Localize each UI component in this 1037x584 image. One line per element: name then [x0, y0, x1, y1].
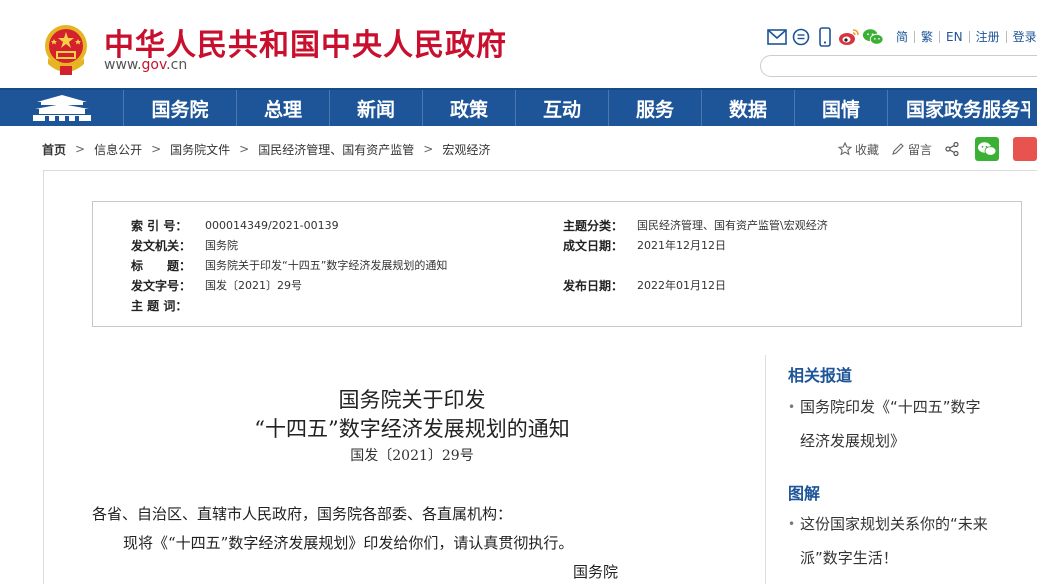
illustration-link[interactable]: • 这份国家规划关系你的“未来 派”数字生活！: [788, 507, 1028, 575]
meta-title-label: 标 题：: [131, 258, 192, 273]
login-link[interactable]: 登录: [1005, 31, 1037, 43]
nav-item-national-info[interactable]: 国情: [795, 90, 888, 126]
breadcrumb: 首页 > 信息公开 > 国务院文件 > 国民经济管理、国有资产监管 > 宏观经济: [42, 140, 490, 158]
illustration-title-line1: 这份国家规划关系你的“未来: [800, 515, 988, 533]
star-icon: [838, 142, 852, 156]
meta-row-topic: 主题分类： 国民经济管理、国有资产监管\宏观经济: [563, 216, 828, 234]
wechat-icon[interactable]: [862, 26, 884, 48]
national-emblem-icon[interactable]: [42, 24, 90, 76]
nav-item-news[interactable]: 新闻: [330, 90, 423, 126]
meta-row-docno: 发文字号： 国发〔2021〕29号: [131, 276, 302, 294]
site-header: 中华人民共和国中央人民政府 www.gov.cn 简 繁 EN 注册 登录: [0, 0, 1037, 88]
nav-item-policy[interactable]: 政策: [423, 90, 516, 126]
meta-published-label: 发布日期：: [563, 278, 624, 293]
meta-row-published: 发布日期： 2022年01月12日: [563, 276, 726, 294]
meta-index-value: 000014349/2021-00139: [205, 218, 339, 232]
related-sidebar: 相关报道 • 国务院印发《“十四五”数字 经济发展规划》 图解 • 这份国家规划…: [765, 355, 1037, 584]
meta-topic-label: 主题分类：: [563, 218, 624, 233]
nav-item-services[interactable]: 服务: [609, 90, 702, 126]
breadcrumb-economy-management[interactable]: 国民经济管理、国有资产监管: [258, 141, 414, 158]
mail-icon[interactable]: [766, 26, 788, 48]
breadcrumb-state-council-docs[interactable]: 国务院文件: [170, 141, 230, 158]
related-report-title-line1: 国务院印发《“十四五”数字: [800, 398, 981, 416]
share-weibo-button[interactable]: [1013, 137, 1037, 161]
meta-row-keywords: 主 题 词：: [131, 296, 205, 314]
lang-simplified[interactable]: 简: [892, 31, 914, 43]
breadcrumb-separator: >: [75, 142, 86, 156]
meta-docno-value: 国发〔2021〕29号: [205, 279, 302, 292]
favorite-label: 收藏: [855, 142, 880, 157]
bullet-icon: •: [788, 517, 796, 531]
meta-row-created: 成文日期： 2021年12月12日: [563, 236, 726, 254]
favorite-button[interactable]: 收藏: [838, 141, 879, 158]
meta-created-value: 2021年12月12日: [637, 239, 726, 252]
bullet-icon: •: [788, 400, 796, 414]
related-report-link[interactable]: • 国务院印发《“十四五”数字 经济发展规划》: [788, 390, 1028, 458]
meta-docno-label: 发文字号：: [131, 278, 192, 293]
illustration-heading: 图解: [788, 484, 821, 503]
article-signature: 国务院: [573, 563, 619, 581]
share-icon: [945, 141, 959, 157]
breadcrumb-home[interactable]: 首页: [42, 141, 66, 158]
nav-home-button[interactable]: [0, 90, 124, 126]
wechat-icon: [978, 142, 997, 156]
lang-traditional[interactable]: 繁: [914, 31, 939, 43]
meta-issuer-value: 国务院: [205, 239, 238, 252]
lang-english[interactable]: EN: [939, 31, 969, 43]
breadcrumb-separator: >: [239, 142, 250, 156]
breadcrumb-separator: >: [423, 142, 434, 156]
meta-topic-value: 国民经济管理、国有资产监管\宏观经济: [637, 219, 828, 232]
breadcrumb-macro-economy[interactable]: 宏观经济: [442, 141, 490, 158]
breadcrumb-separator: >: [151, 142, 162, 156]
weibo-icon[interactable]: [838, 26, 860, 48]
share-wechat-button[interactable]: [975, 137, 1000, 161]
meta-index-label: 索 引 号：: [131, 218, 188, 233]
meta-keywords-label: 主 题 词：: [131, 298, 188, 313]
illustration-title-line2: 派”数字生活！: [800, 549, 898, 567]
tiananmen-icon: [32, 95, 91, 121]
article-title-line2: “十四五”数字经济发展规划的通知: [254, 417, 570, 441]
comment-button[interactable]: 留言: [891, 141, 932, 158]
meta-row-title: 标 题： 国务院关于印发“十四五”数字经济发展规划的通知: [131, 256, 447, 274]
site-url-suffix: .cn: [166, 57, 188, 73]
pencil-icon: [892, 143, 904, 155]
nav-item-data[interactable]: 数据: [702, 90, 795, 126]
article-body-paragraph: 现将《“十四五”数字经济发展规划》印发给你们，请认真贯彻执行。: [123, 534, 574, 552]
nav-item-premier[interactable]: 总理: [237, 90, 330, 126]
header-tools: 简 繁 EN 注册 登录: [766, 26, 1037, 48]
meta-created-label: 成文日期：: [563, 238, 624, 253]
site-url[interactable]: www.gov.cn: [104, 57, 187, 73]
nav-item-gov-service-platform[interactable]: 国家政务服务平台: [888, 90, 1030, 126]
site-url-prefix: www.: [104, 57, 142, 73]
meta-published-value: 2022年01月12日: [637, 279, 726, 292]
register-link[interactable]: 注册: [968, 31, 1006, 43]
document-meta-table: 索 引 号： 000014349/2021-00139 主题分类： 国民经济管理…: [92, 201, 1022, 327]
article-title-line1: 国务院关于印发: [338, 388, 486, 412]
nav-item-interaction[interactable]: 互动: [516, 90, 609, 126]
main-nav: 国务院 总理 新闻 政策 互动 服务 数据 国情 国家政务服务平台: [0, 88, 1037, 126]
meta-row-index: 索 引 号： 000014349/2021-00139: [131, 216, 339, 234]
share-button[interactable]: [944, 141, 963, 157]
meta-title-value: 国务院关于印发“十四五”数字经济发展规划的通知: [205, 259, 448, 272]
nav-item-state-council[interactable]: 国务院: [124, 90, 237, 126]
article-doc-number: 国发〔2021〕29号: [350, 448, 474, 464]
article-actions: 收藏 留言: [838, 137, 1037, 161]
article-salutation: 各省、自治区、直辖市人民政府，国务院各部委、各直属机构：: [92, 505, 513, 523]
meta-row-issuer: 发文机关： 国务院: [131, 236, 238, 254]
related-reports-heading: 相关报道: [788, 366, 853, 385]
breadcrumb-info-disclosure[interactable]: 信息公开: [94, 141, 142, 158]
message-icon[interactable]: [790, 26, 812, 48]
meta-issuer-label: 发文机关：: [131, 238, 192, 253]
site-url-accent: gov: [141, 57, 167, 73]
mobile-icon[interactable]: [814, 26, 836, 48]
search-input[interactable]: [760, 55, 1037, 77]
comment-label: 留言: [908, 142, 933, 157]
related-report-title-line2: 经济发展规划》: [800, 432, 906, 450]
